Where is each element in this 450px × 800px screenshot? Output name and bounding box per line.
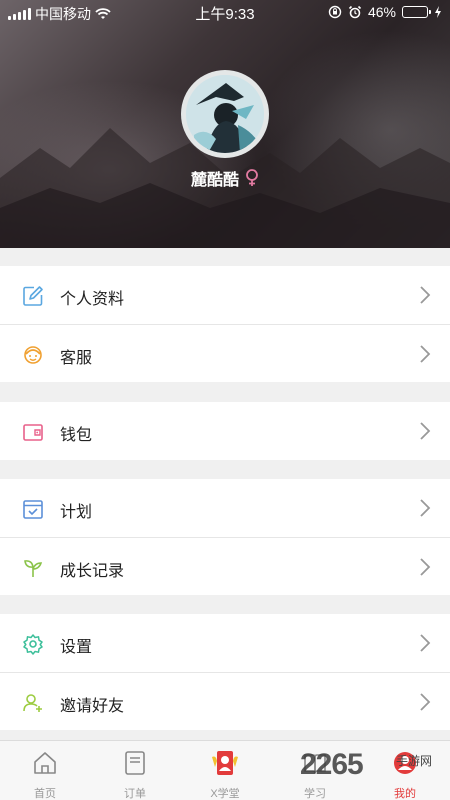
female-icon xyxy=(246,169,258,186)
home-icon xyxy=(34,752,56,774)
orientation-lock-icon xyxy=(328,5,342,19)
sprout-icon xyxy=(24,560,43,577)
avatar[interactable] xyxy=(181,70,269,158)
classroom-icon xyxy=(212,751,238,775)
chevron-right-icon xyxy=(420,345,431,363)
tab-label: 我的 xyxy=(394,788,416,800)
menu-item-label: 邀请好友 xyxy=(60,698,125,715)
menu-item-label: 成长记录 xyxy=(60,563,125,580)
menu-group-settings: 设置 邀请好友 xyxy=(0,614,450,730)
tab-classroom[interactable]: X学堂 xyxy=(180,741,270,800)
menu-group-profile: 个人资料 客服 xyxy=(0,266,450,382)
wallet-icon xyxy=(23,424,43,441)
edit-icon xyxy=(23,286,43,306)
add-friend-icon xyxy=(23,694,42,712)
tab-bar: 首页 订单 X学堂 学习 我的 xyxy=(0,740,450,800)
menu-group-plan: 计划 成长记录 xyxy=(0,479,450,595)
menu-item-settings[interactable]: 设置 xyxy=(0,614,450,672)
menu-item-wallet[interactable]: 钱包 xyxy=(0,402,450,460)
tab-label: 学习 xyxy=(304,788,326,800)
alarm-icon xyxy=(348,5,362,19)
watermark-sub: 手游网 xyxy=(396,754,433,768)
customer-service-icon xyxy=(24,346,42,364)
menu-item-customer-service[interactable]: 客服 xyxy=(0,324,450,382)
calendar-icon xyxy=(23,500,43,519)
charging-icon xyxy=(435,6,441,18)
tab-label: 首页 xyxy=(34,788,56,800)
menu-item-profile-info[interactable]: 个人资料 xyxy=(0,266,450,324)
status-bar: 中国移动 上午9:33 46% xyxy=(0,0,450,24)
menu-item-label: 客服 xyxy=(60,350,93,367)
watermark-brand: 2265 xyxy=(300,748,364,781)
tab-order[interactable]: 订单 xyxy=(90,741,180,800)
username: 麓酷酷 xyxy=(190,172,239,189)
profile-header: 中国移动 上午9:33 46% 麓酷酷 xyxy=(0,0,450,248)
chevron-right-icon xyxy=(420,558,431,576)
menu-item-label: 设置 xyxy=(60,639,93,656)
gear-icon xyxy=(23,634,43,655)
battery-icon xyxy=(402,6,431,18)
chevron-right-icon xyxy=(420,286,431,304)
chevron-right-icon xyxy=(420,499,431,517)
menu-item-label: 钱包 xyxy=(60,427,93,444)
order-icon xyxy=(125,751,145,775)
battery-percent: 46% xyxy=(367,4,396,20)
tab-home[interactable]: 首页 xyxy=(0,741,90,800)
menu-item-label: 计划 xyxy=(60,504,93,521)
menu-item-plan[interactable]: 计划 xyxy=(0,479,450,537)
site-watermark: 2265 手游网 xyxy=(300,748,432,782)
menu-item-label: 个人资料 xyxy=(60,291,125,308)
tab-label: 订单 xyxy=(124,788,146,800)
menu-item-invite-friends[interactable]: 邀请好友 xyxy=(0,672,450,730)
menu-group-wallet: 钱包 xyxy=(0,402,450,460)
chevron-right-icon xyxy=(420,422,431,440)
tab-label: X学堂 xyxy=(210,788,240,800)
menu-item-growth-record[interactable]: 成长记录 xyxy=(0,537,450,595)
tab-mine[interactable]: 我的 xyxy=(360,741,450,800)
chevron-right-icon xyxy=(420,693,431,711)
chevron-right-icon xyxy=(420,634,431,652)
